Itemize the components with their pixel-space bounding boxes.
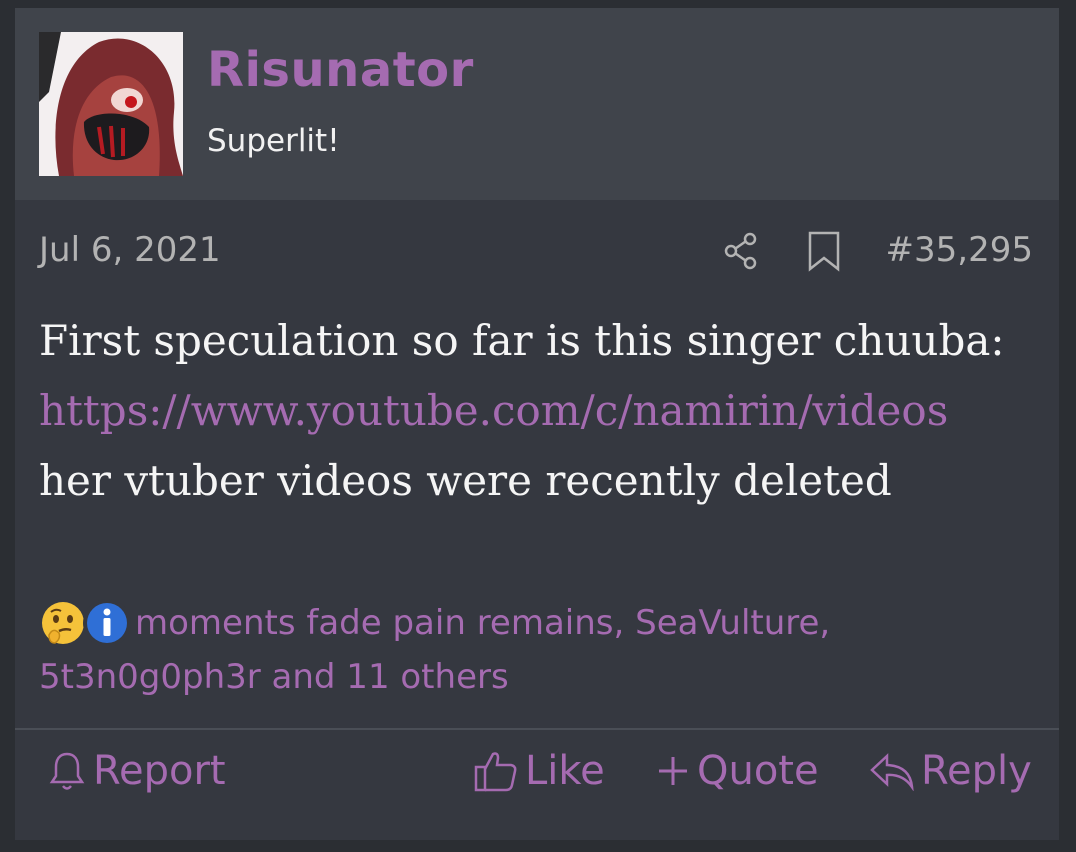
like-button[interactable]: Like — [473, 748, 605, 794]
reply-icon — [870, 753, 914, 791]
user-header: Risunator Superlit! — [15, 8, 1059, 200]
plus-icon — [659, 757, 687, 785]
quote-button[interactable]: Quote — [655, 748, 819, 794]
thumbs-up-icon — [474, 752, 517, 792]
report-label: Report — [93, 748, 226, 794]
post-body: First speculation so far is this singer … — [39, 306, 1039, 516]
post-number[interactable]: #35,295 — [886, 230, 1033, 270]
header-pointer — [97, 182, 133, 200]
bell-icon — [49, 752, 85, 790]
body-line: First speculation so far is this singer … — [39, 316, 1005, 365]
reply-label: Reply — [921, 748, 1032, 794]
report-button[interactable]: Report — [47, 748, 226, 794]
bookmark-icon[interactable] — [807, 230, 841, 276]
username[interactable]: Risunator — [207, 42, 474, 98]
reply-button[interactable]: Reply — [869, 748, 1032, 794]
share-icon[interactable] — [721, 230, 761, 274]
like-label: Like — [525, 748, 605, 794]
reaction-names[interactable]: moments fade pain remains, SeaVulture, 5… — [39, 603, 830, 697]
reactions-bar[interactable]: moments fade pain remains, SeaVulture, 5… — [39, 596, 939, 704]
body-line: her vtuber videos were recently deleted — [39, 456, 892, 505]
youtube-link[interactable]: https://www.youtube.com/c/namirin/videos — [39, 376, 1039, 446]
thinking-face-icon — [39, 599, 87, 647]
forum-post: Risunator Superlit! Jul 6, 2021 #35,295 … — [15, 8, 1059, 840]
avatar[interactable] — [39, 32, 183, 176]
quote-label: Quote — [697, 748, 819, 794]
divider — [15, 728, 1059, 730]
post-date[interactable]: Jul 6, 2021 — [39, 230, 221, 270]
reaction-icons — [39, 596, 135, 650]
info-icon — [83, 599, 131, 647]
user-title: Superlit! — [207, 123, 340, 159]
